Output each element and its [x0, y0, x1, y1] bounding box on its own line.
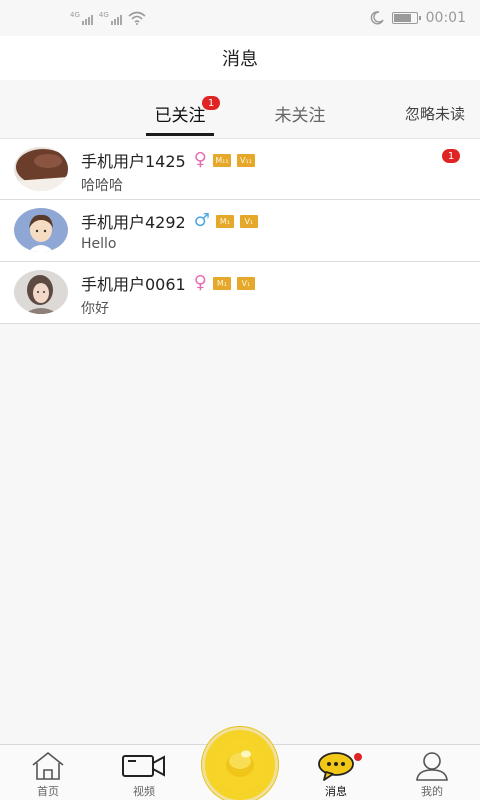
message-preview: 哈哈哈	[81, 178, 123, 194]
name-line: 手机用户4292 ♂ M₁ V₁	[81, 209, 258, 233]
nav-me-label: 我的	[421, 785, 443, 798]
user-name: 手机用户0061	[81, 275, 186, 294]
ignore-unread-button[interactable]: 忽略未读	[400, 88, 470, 138]
tab-followed-label: 已关注	[154, 105, 206, 126]
message-preview: Hello	[81, 236, 117, 252]
user-name: 手机用户1425	[81, 152, 186, 171]
home-icon	[30, 751, 66, 781]
vip-badge: V₁	[236, 276, 255, 290]
nav-home-label: 首页	[37, 785, 59, 798]
wifi-icon	[128, 11, 146, 25]
unread-badge: 1	[202, 96, 220, 110]
moon-icon	[370, 11, 384, 25]
message-preview: 你好	[81, 301, 109, 317]
signal-icon: 4G	[70, 11, 93, 25]
conversation-list: 手机用户1425 ♀ M₁₁ V₁₁ 哈哈哈 1 手机用户4292 ♂ M₁ V…	[0, 138, 480, 324]
tab-unfollowed[interactable]: 未关注	[265, 88, 335, 138]
female-icon: ♀	[193, 272, 207, 293]
status-bar: 4G 4G 00:01	[0, 0, 480, 36]
list-item[interactable]: 手机用户4292 ♂ M₁ V₁ Hello	[0, 200, 480, 262]
notification-dot	[354, 753, 362, 761]
status-time: 00:01	[425, 10, 466, 26]
avatar[interactable]	[14, 147, 68, 191]
yellow-orb-icon	[214, 739, 266, 791]
male-icon: ♂	[193, 210, 210, 231]
list-item[interactable]: 手机用户1425 ♀ M₁₁ V₁₁ 哈哈哈 1	[0, 138, 480, 200]
nav-me[interactable]: 我的	[392, 745, 472, 800]
network-label-2: 4G	[98, 11, 109, 19]
level-badge: M₁	[215, 214, 234, 228]
nav-messages[interactable]: 消息	[296, 745, 376, 800]
avatar[interactable]	[14, 208, 68, 252]
video-camera-icon	[121, 751, 167, 781]
avatar[interactable]	[14, 270, 68, 314]
center-action-button[interactable]	[202, 727, 278, 800]
name-line: 手机用户0061 ♀ M₁ V₁	[81, 271, 255, 295]
name-line: 手机用户1425 ♀ M₁₁ V₁₁	[81, 148, 255, 172]
message-tabs: 已关注 1 未关注 忽略未读	[0, 88, 480, 138]
network-label: 4G	[70, 11, 80, 19]
tab-unfollowed-label: 未关注	[274, 105, 326, 126]
vip-badge: V₁	[239, 214, 258, 228]
unread-badge: 1	[442, 149, 460, 163]
ignore-unread-label: 忽略未读	[404, 104, 465, 123]
user-icon	[414, 751, 450, 781]
chat-bubble-icon	[316, 751, 356, 781]
nav-home[interactable]: 首页	[8, 745, 88, 800]
page-title: 消息	[222, 49, 258, 70]
signal-icon-2: 4G	[99, 11, 122, 25]
level-badge: M₁₁	[212, 153, 231, 167]
status-left: 4G 4G	[70, 11, 146, 25]
vip-badge: V₁₁	[236, 153, 255, 167]
nav-video-label: 视频	[133, 785, 155, 798]
tab-followed[interactable]: 已关注 1	[146, 88, 220, 138]
header: 消息	[0, 36, 480, 80]
female-icon: ♀	[193, 149, 207, 170]
status-right: 00:01	[370, 10, 466, 26]
battery-icon	[391, 12, 421, 24]
user-name: 手机用户4292	[81, 213, 186, 232]
level-badge: M₁	[212, 276, 231, 290]
nav-messages-label: 消息	[325, 785, 347, 798]
list-item[interactable]: 手机用户0061 ♀ M₁ V₁ 你好	[0, 262, 480, 324]
nav-video[interactable]: 视频	[104, 745, 184, 800]
active-tab-indicator	[146, 133, 214, 136]
